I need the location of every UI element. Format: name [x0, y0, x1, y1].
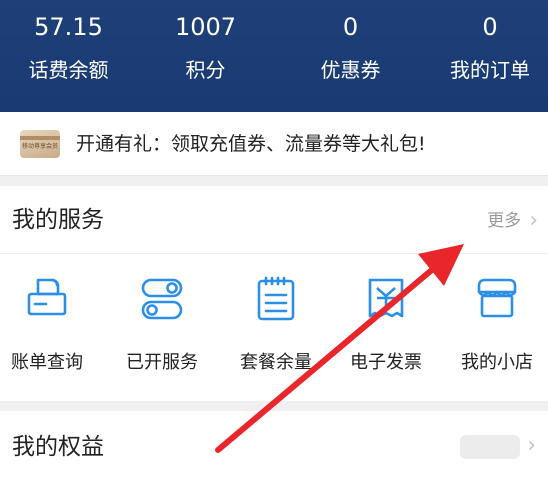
- my-rights-section[interactable]: 我的权益 ›: [0, 411, 548, 477]
- stat-value: 57.15: [34, 13, 103, 41]
- service-my-shop[interactable]: 我的小店: [442, 276, 548, 386]
- chevron-right-icon: ›: [527, 433, 536, 458]
- stat-label: 我的订单: [450, 58, 530, 82]
- stat-label: 积分: [185, 58, 226, 82]
- more-button[interactable]: 更多 ›: [487, 208, 538, 234]
- membership-card-text: 移动尊享会员: [22, 143, 59, 150]
- stat-label: 优惠券: [320, 58, 381, 82]
- service-plan-balance[interactable]: 套餐余量: [221, 276, 331, 386]
- promo-banner[interactable]: 移动尊享会员 开通有礼：领取充值券、流量券等大礼包!: [0, 112, 548, 176]
- service-label: 电子发票: [350, 352, 422, 373]
- section-title: 我的服务: [12, 207, 104, 233]
- stat-label: 话费余额: [28, 58, 109, 82]
- stat-value: 1007: [174, 13, 237, 41]
- more-label: 更多: [487, 211, 522, 231]
- store-icon: [474, 276, 520, 322]
- printer-bill-icon: [24, 276, 70, 322]
- chevron-right-icon: ›: [529, 208, 538, 233]
- stat-value: 0: [342, 13, 359, 41]
- section-title: 我的权益: [12, 434, 104, 460]
- stat-value: 0: [482, 13, 498, 41]
- invoice-receipt-icon: [363, 276, 409, 322]
- watermark: [460, 435, 520, 459]
- service-e-invoice[interactable]: 电子发票: [331, 276, 441, 386]
- service-label: 套餐余量: [240, 352, 312, 373]
- notepad-icon: [253, 276, 299, 322]
- service-bill-query[interactable]: 账单查询: [0, 276, 102, 386]
- my-services-section: 我的服务 更多 › 账单查询 已开服务 套餐余量 电子发票 我的小店: [0, 186, 548, 401]
- service-label: 已开服务: [126, 352, 198, 373]
- toggle-switches-icon: [139, 276, 185, 322]
- promo-text: 开通有礼：领取充值券、流量券等大礼包!: [76, 133, 426, 155]
- membership-card-icon: 移动尊享会员: [20, 130, 60, 158]
- account-stats-header: 57.15 话费余额 1007 积分 0 优惠券 0 我的订单: [0, 0, 548, 112]
- divider: [0, 253, 548, 254]
- service-active-services[interactable]: 已开服务: [107, 276, 217, 386]
- service-label: 账单查询: [11, 352, 83, 373]
- service-label: 我的小店: [461, 352, 533, 373]
